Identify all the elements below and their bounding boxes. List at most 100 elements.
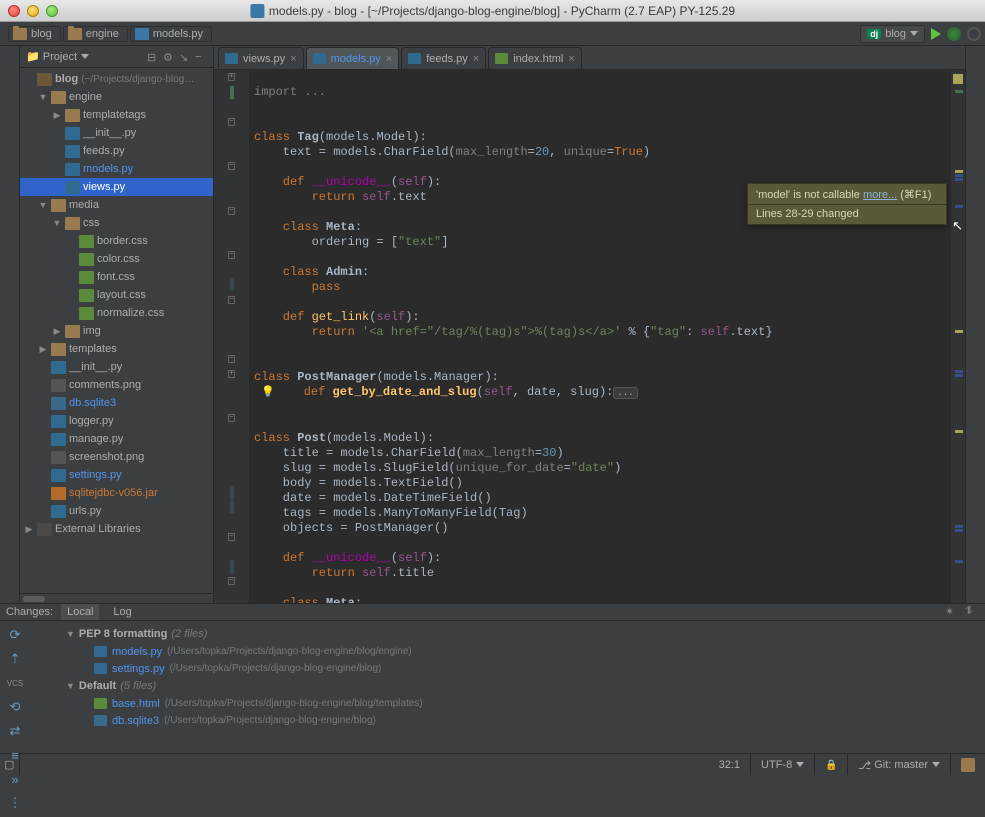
code-editor[interactable]: import ... class Tag(models.Model): text… — [250, 70, 951, 603]
autoscroll-icon[interactable]: ↘ — [179, 51, 191, 63]
editor-area: views.py×models.py×feeds.py×index.html× … — [214, 46, 965, 603]
tree-row[interactable]: feeds.py — [20, 142, 213, 160]
project-tree[interactable]: blog (~/Projects/django-blog…▼engine▶tem… — [20, 68, 213, 593]
close-tab-icon[interactable]: × — [386, 53, 392, 65]
debug-button[interactable] — [947, 27, 961, 41]
changed-file-item[interactable]: base.html (/Users/topka/Projects/django-… — [60, 695, 985, 712]
twisty-icon[interactable]: ▼ — [38, 200, 48, 210]
tree-row[interactable]: views.py — [20, 178, 213, 196]
changed-file-item[interactable]: db.sqlite3 (/Users/topka/Projects/django… — [60, 712, 985, 729]
changes-tree[interactable]: ▼ PEP 8 formatting (2 files) models.py (… — [60, 621, 985, 817]
tree-row[interactable]: color.css — [20, 250, 213, 268]
chevron-down-icon[interactable] — [81, 54, 89, 59]
inspection-indicator[interactable] — [953, 74, 963, 84]
close-tab-icon[interactable]: × — [473, 53, 479, 65]
project-tool-window: 📁 Project ⊟ ⚙ ↘ − blog (~/Projects/djang… — [20, 46, 214, 603]
tree-row[interactable]: ▼ media — [20, 196, 213, 214]
project-tool-header: 📁 Project ⊟ ⚙ ↘ − — [20, 46, 213, 68]
diff-icon[interactable]: ⇄ — [4, 721, 26, 741]
tree-row[interactable]: ▼engine — [20, 88, 213, 106]
tree-row[interactable]: ▶templates — [20, 340, 213, 358]
pyfile-icon — [51, 469, 66, 482]
tree-row[interactable]: font.css — [20, 268, 213, 286]
hide-icon[interactable]: ⥮ — [965, 605, 979, 619]
tree-row[interactable]: layout.css — [20, 286, 213, 304]
tree-item-label: feeds.py — [83, 145, 125, 157]
tree-row[interactable]: __init__.py — [20, 358, 213, 376]
tree-row[interactable]: ▶templatetags — [20, 106, 213, 124]
folder-icon — [65, 109, 80, 122]
changed-file-item[interactable]: settings.py (/Users/topka/Projects/djang… — [60, 660, 985, 677]
gear-icon[interactable]: ⚙ — [163, 51, 175, 63]
tree-row[interactable]: settings.py — [20, 466, 213, 484]
rollback-icon[interactable]: ⟲ — [4, 697, 26, 717]
twisty-icon[interactable]: ▶ — [24, 524, 34, 535]
tree-row[interactable]: blog (~/Projects/django-blog… — [20, 70, 213, 88]
commit-icon[interactable]: ⇡ — [4, 649, 26, 669]
breadcrumb-item[interactable]: models.py — [130, 26, 212, 42]
gear-icon[interactable]: ✴ — [945, 605, 959, 619]
breadcrumb-item[interactable]: engine — [63, 26, 128, 42]
fullscreen-icon[interactable] — [966, 3, 981, 18]
maximize-window-button[interactable] — [46, 5, 58, 17]
tool-window-toggle[interactable]: ▢ — [0, 754, 20, 775]
tree-row[interactable]: border.css — [20, 232, 213, 250]
tree-row[interactable]: normalize.css — [20, 304, 213, 322]
cssfile-icon — [79, 289, 94, 302]
twisty-icon[interactable]: ▼ — [52, 218, 62, 228]
changelist-group[interactable]: ▼ PEP 8 formatting (2 files) — [60, 625, 985, 643]
horizontal-scrollbar[interactable] — [20, 593, 213, 603]
tree-row[interactable]: urls.py — [20, 502, 213, 520]
encoding-indicator[interactable]: UTF-8 — [751, 754, 815, 775]
tree-item-label: media — [69, 199, 99, 211]
tab-log[interactable]: Log — [107, 604, 137, 620]
pyfile-icon — [313, 53, 326, 64]
collapse-icon[interactable]: ⊟ — [147, 51, 159, 63]
run-configuration-dropdown[interactable]: dj blog — [860, 25, 925, 43]
changelist-group[interactable]: ▼ Default (5 files) — [60, 677, 985, 695]
readonly-indicator[interactable] — [815, 754, 848, 775]
tree-row[interactable]: __init__.py — [20, 124, 213, 142]
right-tool-window-bar[interactable] — [965, 46, 985, 603]
editor-tab[interactable]: feeds.py× — [401, 47, 486, 69]
tree-row[interactable]: ▼css — [20, 214, 213, 232]
more-link[interactable]: more... — [863, 189, 897, 201]
inspection-profile-indicator[interactable] — [951, 754, 985, 775]
breadcrumb-item[interactable]: blog — [8, 26, 61, 42]
tree-item-label: db.sqlite3 — [69, 397, 116, 409]
close-tab-icon[interactable]: × — [568, 53, 574, 65]
left-tool-window-bar[interactable] — [0, 46, 20, 603]
tree-row[interactable]: manage.py — [20, 430, 213, 448]
search-button[interactable] — [967, 27, 981, 41]
close-window-button[interactable] — [8, 5, 20, 17]
twisty-icon[interactable]: ▶ — [52, 110, 62, 121]
tree-row[interactable]: comments.png — [20, 376, 213, 394]
tree-row[interactable]: logger.py — [20, 412, 213, 430]
pyfile-icon — [51, 505, 66, 518]
tab-local[interactable]: Local — [61, 604, 99, 620]
twisty-icon[interactable]: ▼ — [38, 92, 48, 102]
close-tab-icon[interactable]: × — [290, 53, 296, 65]
more-icon[interactable]: ⋮ — [4, 793, 26, 813]
twisty-icon[interactable]: ▶ — [38, 344, 48, 355]
hide-icon[interactable]: − — [195, 51, 207, 63]
editor-gutter[interactable]: + − − − − − − + — [214, 70, 250, 603]
editor-tab[interactable]: views.py× — [218, 47, 304, 69]
cursor-position[interactable]: 32:1 — [709, 754, 751, 775]
run-button[interactable] — [931, 28, 941, 40]
jar-icon — [51, 487, 66, 500]
editor-tab[interactable]: models.py× — [306, 47, 400, 69]
refresh-icon[interactable]: ⟳ — [4, 625, 26, 645]
changed-file-item[interactable]: models.py (/Users/topka/Projects/django-… — [60, 643, 985, 660]
tree-row[interactable]: models.py — [20, 160, 213, 178]
editor-error-stripe[interactable] — [951, 70, 965, 603]
minimize-window-button[interactable] — [27, 5, 39, 17]
twisty-icon[interactable]: ▶ — [52, 326, 62, 337]
tree-row[interactable]: db.sqlite3 — [20, 394, 213, 412]
editor-tab[interactable]: index.html× — [488, 47, 582, 69]
tree-row[interactable]: ▶External Libraries — [20, 520, 213, 538]
git-branch-indicator[interactable]: Git: master — [848, 754, 951, 775]
tree-row[interactable]: screenshot.png — [20, 448, 213, 466]
tree-row[interactable]: sqlitejdbc-v056.jar — [20, 484, 213, 502]
tree-row[interactable]: ▶img — [20, 322, 213, 340]
